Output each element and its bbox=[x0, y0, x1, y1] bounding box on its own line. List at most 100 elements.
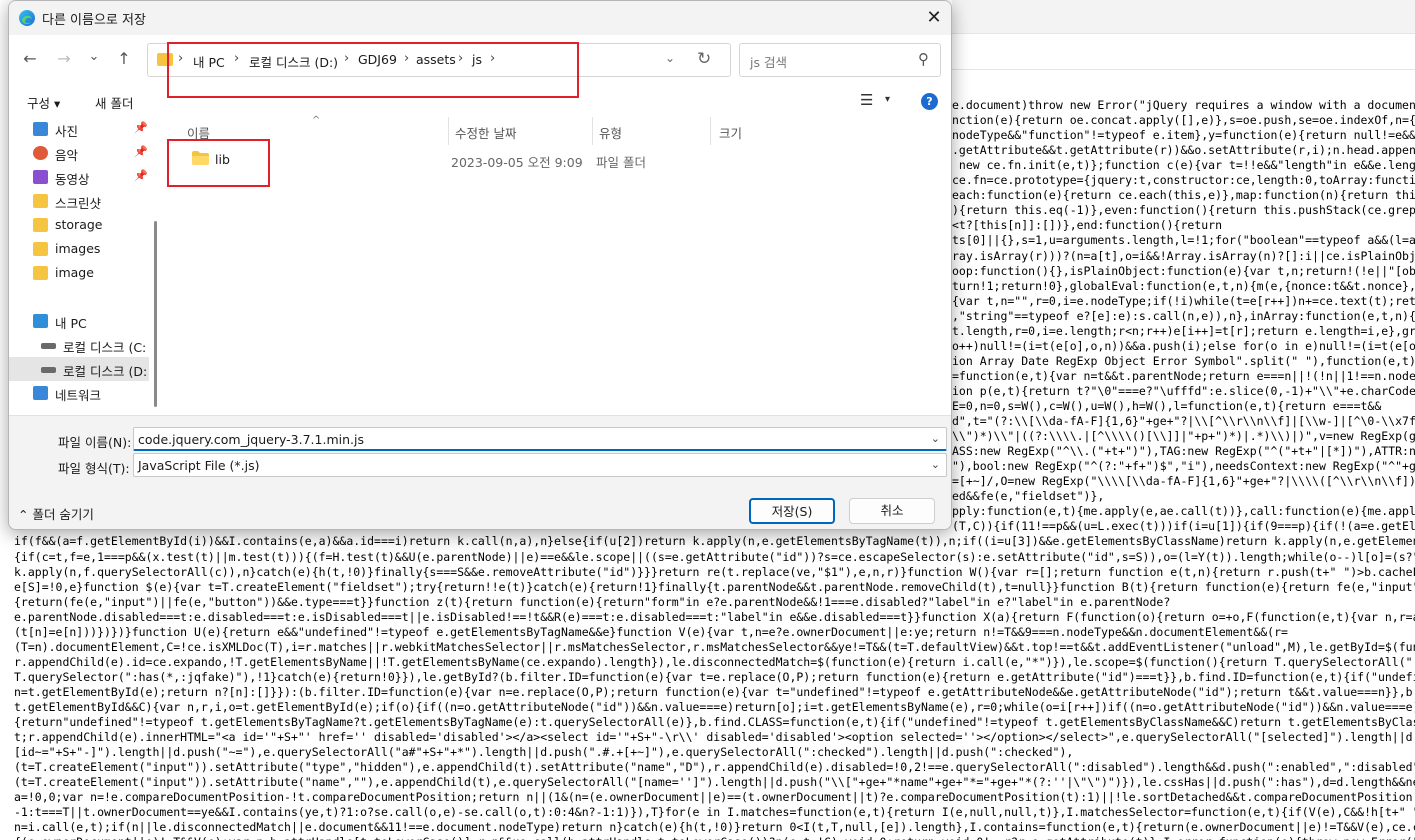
code-line: k.apply(n,f.querySelectorAll(c)),n}catch… bbox=[14, 564, 1415, 579]
column-header-modified[interactable]: 수정한 날짜 bbox=[449, 117, 593, 145]
sidebar-item[interactable]: 사진 📌 bbox=[9, 117, 149, 141]
annotation-box-lib-folder bbox=[167, 139, 270, 187]
code-line: .getAttribute&&t.getAttribute(r))&&o.set… bbox=[952, 143, 1415, 158]
organize-button[interactable]: 구성 ▾ bbox=[27, 93, 60, 112]
code-line: ce.fn=ce.prototype={jquery:t,constructor… bbox=[952, 173, 1415, 188]
code-line: {if(c=t,f=e,1===p&&(x.test(t)||m.test(t)… bbox=[14, 549, 1415, 564]
forward-arrow-icon[interactable]: → bbox=[53, 48, 75, 70]
back-arrow-icon[interactable]: ← bbox=[19, 48, 41, 70]
code-line: nodeType&&"function"!=typeof e.item},y=f… bbox=[952, 128, 1415, 143]
code-line: ion Array Date RegExp Object Error Symbo… bbox=[952, 353, 1415, 368]
navigation-pane: 사진 📌 음악 📌 동영상 📌 스크린샷 storage images image 내 PC 로컬 디… bbox=[9, 117, 159, 415]
code-line: e.parentNode.disabled===t:e.disabled===t… bbox=[14, 609, 1415, 624]
file-row[interactable]: lib 2023-09-05 오전 9:09 파일 폴더 bbox=[163, 147, 947, 171]
new-folder-button[interactable]: 새 폴더 bbox=[95, 93, 133, 112]
cancel-button[interactable]: 취소 bbox=[849, 498, 935, 524]
sidebar-item[interactable]: 네트워크 bbox=[9, 381, 149, 405]
code-line: a=!0,0;var n=!e.compareDocumentPosition-… bbox=[14, 790, 1415, 805]
hide-folders-toggle[interactable]: ⌃ 폴더 숨기기 bbox=[18, 504, 94, 523]
search-placeholder: js 검색 bbox=[750, 55, 787, 70]
filename-label: 파일 이름(N): bbox=[58, 435, 132, 450]
folder-icon bbox=[33, 266, 48, 280]
view-options-icon[interactable]: ☰ bbox=[860, 91, 873, 109]
sidebar-item[interactable]: image bbox=[9, 261, 149, 285]
folder-icon bbox=[33, 242, 48, 256]
recent-locations-icon[interactable]: ⌄ bbox=[83, 46, 105, 68]
filename-input[interactable]: code.jquery.com_jquery-3.7.1.min.js ⌄ bbox=[133, 427, 947, 451]
save-button[interactable]: 저장(S) bbox=[749, 498, 835, 524]
sidebar-item-label: 스크린샷 bbox=[55, 196, 102, 211]
sort-ascending-icon: ^ bbox=[312, 115, 321, 126]
code-line: pply:function(e,t){me.apply(e,ae.call(t)… bbox=[952, 504, 1415, 519]
sidebar-item[interactable]: 로컬 디스크 (C: bbox=[9, 333, 149, 357]
annotation-box-address bbox=[167, 42, 579, 98]
file-modified: 2023-09-05 오전 9:09 bbox=[451, 155, 583, 170]
code-line: \\")*)\\"|((?:\\\\.|[^\\\\()[\\]]|"+p+")… bbox=[952, 429, 1415, 444]
drive-icon bbox=[41, 367, 56, 373]
sidebar-item[interactable]: 동영상 📌 bbox=[9, 165, 149, 189]
sidebar-item-label: 내 PC bbox=[55, 316, 87, 331]
code-line: (T=n).documentElement,C=!ce.isXMLDoc(T),… bbox=[14, 639, 1415, 654]
code-line: t.getElementById&&C){var n,r,i,o=t.getEl… bbox=[14, 700, 1415, 714]
sidebar-item-label: storage bbox=[55, 217, 103, 232]
pictures-icon bbox=[33, 122, 48, 136]
code-line: if(f&&(a=f.getElementById(i))&&I.contain… bbox=[14, 534, 1415, 549]
dialog-title: 다른 이름으로 저장 bbox=[42, 13, 146, 28]
code-line: {(e.ownerDocument||e)!=T&&V(e);var n=b.a… bbox=[14, 835, 1415, 840]
code-line: nction(e){return oe.concat.apply([],e)},… bbox=[952, 113, 1415, 128]
folder-icon bbox=[33, 218, 48, 232]
help-icon[interactable]: ? bbox=[921, 93, 938, 110]
sidebar-item[interactable]: 음악 📌 bbox=[9, 141, 149, 165]
code-line: {return(fe(e,"input")||fe(e,"button"))&&… bbox=[14, 594, 1171, 609]
code-line: ,"string"==typeof e?[e]:e):s.call(n,e)),… bbox=[952, 308, 1415, 323]
file-list-pane: ^ 이름 수정한 날짜 유형 크기 lib 2023-09-05 오전 9:09… bbox=[159, 115, 951, 415]
code-line: t.length,r=0,i=e.length;r<n;r++)e[i++]=t… bbox=[952, 323, 1415, 338]
code-line: oop:function(){},isPlainObject:function(… bbox=[952, 263, 1415, 278]
code-line: (T,C)){if(11!==p&&(u=L.exec(t)))if(i=u[1… bbox=[952, 519, 1415, 534]
refresh-icon[interactable]: ↻ bbox=[697, 49, 711, 69]
code-line: o++)null!=(i=t(e[o],o,n))&&a.push(i);els… bbox=[952, 338, 1415, 353]
pin-icon: 📌 bbox=[134, 145, 148, 158]
filetype-dropdown-icon[interactable]: ⌄ bbox=[931, 458, 940, 471]
pin-icon: 📌 bbox=[134, 169, 148, 182]
sidebar-item[interactable]: storage bbox=[9, 213, 149, 237]
sidebar-item[interactable]: 내 PC bbox=[9, 309, 149, 333]
column-header-type[interactable]: 유형 bbox=[593, 117, 711, 145]
sidebar-item-label: 사진 bbox=[55, 124, 79, 139]
up-arrow-icon[interactable]: ↑ bbox=[113, 48, 135, 70]
code-line: ed&&fe(e,"fieldset")}, bbox=[952, 489, 1105, 504]
sidebar-scrollbar-thumb[interactable] bbox=[154, 221, 157, 407]
sidebar-scrollbar[interactable] bbox=[154, 125, 157, 409]
column-header-size-label: 크기 bbox=[719, 126, 743, 141]
filetype-select[interactable]: JavaScript File (*.js) ⌄ bbox=[133, 453, 947, 477]
view-dropdown-icon[interactable]: ▾ bbox=[885, 94, 890, 105]
code-line: each:function(e){return ce.each(this,e)}… bbox=[952, 188, 1415, 203]
sidebar-item[interactable]: 로컬 디스크 (D: bbox=[9, 357, 149, 381]
column-header-size[interactable]: 크기 bbox=[711, 117, 831, 145]
code-line: t;r.appendChild(e).innerHTML="<a id='"+S… bbox=[14, 730, 1415, 745]
search-icon[interactable]: ⚲ bbox=[918, 50, 929, 68]
search-box[interactable]: js 검색 ⚲ bbox=[739, 43, 941, 77]
drive-icon bbox=[41, 343, 56, 349]
filename-value: code.jquery.com_jquery-3.7.1.min.js bbox=[138, 432, 364, 447]
code-line: n=t.getElementById(e);return n?[n]:[]}})… bbox=[14, 684, 1415, 699]
address-dropdown-icon[interactable]: ⌄ bbox=[665, 51, 675, 65]
code-line: ){return this.eq(-1)},even:function(){re… bbox=[952, 203, 1415, 218]
videos-icon bbox=[33, 170, 48, 184]
code-line: ray.isArray(r)))?(n=a[t],o=i&&!Array.isA… bbox=[952, 248, 1415, 263]
code-line: =function(e,t){var n=t&&t.parentNode;ret… bbox=[952, 368, 1415, 383]
code-line: new ce.fn.init(e,t)};function c(e){var t… bbox=[958, 158, 1415, 173]
close-icon[interactable]: ✕ bbox=[921, 5, 947, 31]
sidebar-item-label: 동영상 bbox=[55, 172, 90, 187]
sidebar-item[interactable]: 스크린샷 bbox=[9, 189, 149, 213]
code-line: (t=T.createElement("input")).setAttribut… bbox=[14, 775, 1415, 790]
code-line: <t?[this[n]]:[])},end:function(){return bbox=[952, 218, 1223, 233]
filename-dropdown-icon[interactable]: ⌄ bbox=[931, 432, 940, 445]
code-line: [id~="+S+"-]").length||d.push("~="),e.qu… bbox=[14, 745, 1074, 760]
code-line: ion p(e,t){return t?"\0"===e?"\ufffd":e.… bbox=[952, 383, 1415, 398]
sidebar-item[interactable]: images bbox=[9, 237, 149, 261]
edge-browser-icon bbox=[19, 10, 35, 26]
pin-icon: 📌 bbox=[134, 121, 148, 134]
sidebar-item-label: images bbox=[55, 241, 101, 256]
sidebar-item-label: 네트워크 bbox=[55, 388, 102, 403]
